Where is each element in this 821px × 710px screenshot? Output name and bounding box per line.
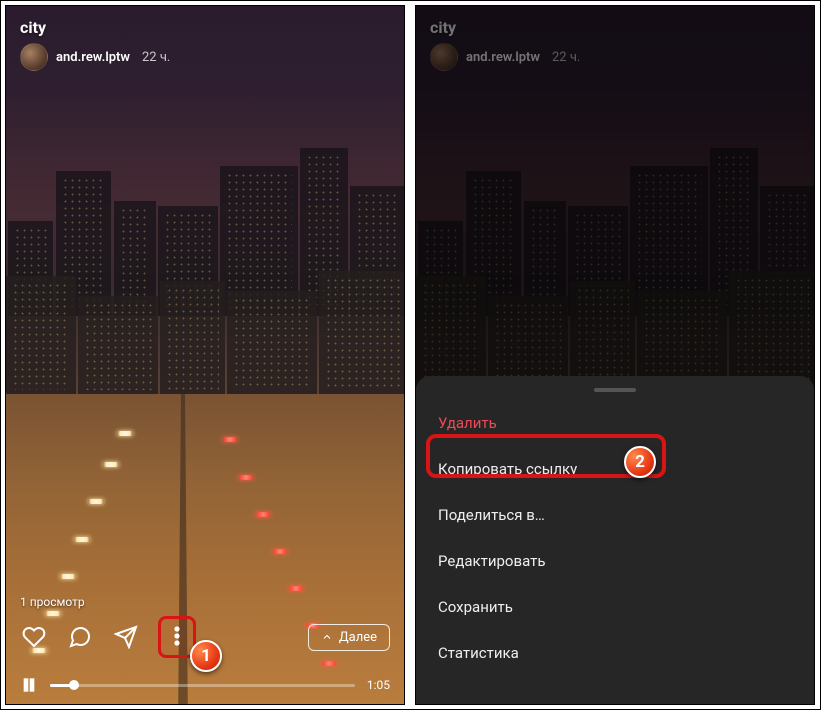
username[interactable]: and.rew.lptw [56, 50, 130, 65]
progress-bar[interactable] [50, 684, 355, 687]
sheet-item-copy-link[interactable]: Копировать ссылку [416, 446, 814, 492]
views-count[interactable]: 1 просмотр [20, 595, 85, 609]
send-icon [114, 625, 138, 649]
pause-button[interactable] [20, 676, 38, 694]
screenshot-pair: city and.rew.lptw 22 ч. [0, 0, 821, 710]
duration-label: 1:05 [367, 678, 390, 692]
comment-icon [68, 625, 92, 649]
like-button[interactable] [20, 623, 48, 651]
heart-icon [22, 625, 46, 649]
story-title: city [20, 18, 390, 37]
sheet-item-share[interactable]: Поделиться в… [416, 492, 814, 538]
pause-icon [21, 677, 37, 693]
skyline-back [6, 141, 404, 316]
skyline-front [6, 266, 404, 396]
callout-badge-1: 1 [190, 640, 222, 672]
timestamp: 22 ч. [142, 50, 170, 65]
phone-right: city and.rew.lptw 22 ч. [415, 5, 815, 705]
more-button[interactable] [163, 622, 191, 650]
phone-left: city and.rew.lptw 22 ч. [5, 5, 405, 705]
share-button[interactable] [112, 623, 140, 651]
sheet-item-delete[interactable]: Удалить [416, 400, 814, 446]
avatar[interactable] [20, 43, 48, 71]
user-row[interactable]: and.rew.lptw 22 ч. [20, 43, 390, 71]
sheet-handle[interactable] [594, 388, 636, 392]
comment-button[interactable] [66, 623, 94, 651]
sheet-item-stats[interactable]: Статистика [416, 630, 814, 676]
action-sheet: Удалить Копировать ссылку Поделиться в… … [416, 376, 814, 704]
callout-badge-2: 2 [624, 446, 656, 478]
progress-handle[interactable] [69, 680, 79, 690]
story-header: city and.rew.lptw 22 ч. [6, 6, 404, 79]
sheet-item-edit[interactable]: Редактировать [416, 538, 814, 584]
sheet-item-save[interactable]: Сохранить [416, 584, 814, 630]
next-button[interactable]: Далее [308, 624, 390, 651]
chevron-up-icon [321, 631, 333, 643]
playback-row: 1:05 [14, 676, 396, 694]
next-label: Далее [339, 630, 377, 645]
more-icon [165, 624, 189, 648]
